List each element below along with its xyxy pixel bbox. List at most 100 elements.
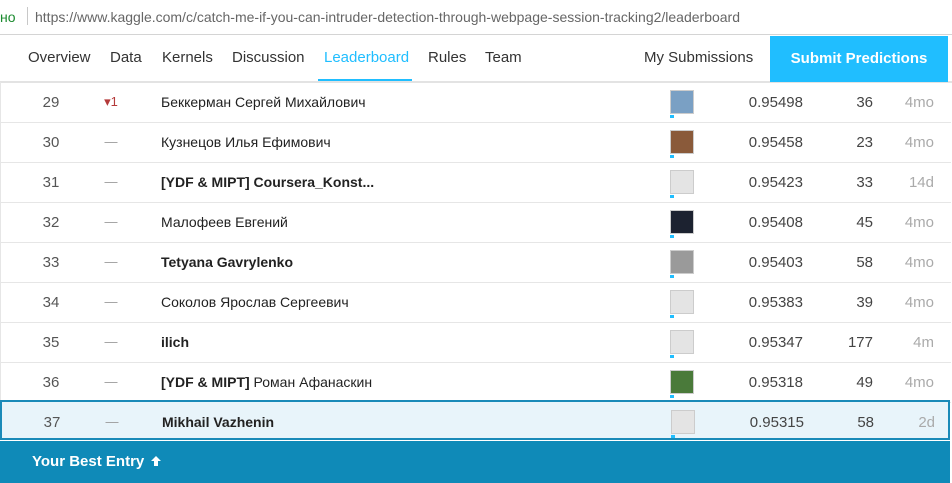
rank-change: — bbox=[104, 294, 118, 309]
arrow-up-icon bbox=[151, 456, 162, 466]
tab-kernels[interactable]: Kernels bbox=[162, 49, 213, 66]
your-best-entry-bar[interactable]: Your Best Entry bbox=[0, 441, 950, 483]
avatar[interactable] bbox=[670, 250, 694, 274]
avatar[interactable] bbox=[670, 210, 694, 234]
address-divider bbox=[27, 7, 28, 25]
last-submission: 4mo bbox=[904, 254, 934, 271]
submit-predictions-button[interactable]: Submit Predictions bbox=[770, 36, 948, 82]
score: 0.95458 bbox=[748, 134, 803, 151]
score: 0.95315 bbox=[749, 414, 804, 431]
rank: 35 bbox=[42, 334, 60, 351]
rank-change: — bbox=[104, 334, 118, 349]
avatar-tier-dot bbox=[670, 275, 674, 278]
avatar-tier-dot bbox=[671, 435, 675, 438]
last-submission: 4mo bbox=[904, 294, 934, 311]
table-row[interactable]: 31 — [YDF & MIPT] Coursera_Konst... 0.95… bbox=[0, 162, 951, 203]
entries-count: 33 bbox=[856, 174, 873, 191]
avatar-tier-dot bbox=[670, 115, 674, 118]
score: 0.95423 bbox=[748, 174, 803, 191]
team-name[interactable]: [YDF & MIPT] Роман Афанаскин bbox=[161, 374, 372, 390]
avatar[interactable] bbox=[670, 130, 694, 154]
last-submission: 14d bbox=[908, 174, 934, 191]
table-row[interactable]: 33 — Tetyana Gavrylenko 0.95403 58 4mo bbox=[0, 242, 951, 283]
team-name[interactable]: Tetyana Gavrylenko bbox=[161, 254, 293, 270]
best-entry-text: Your Best Entry bbox=[32, 453, 145, 470]
table-row[interactable]: 30 — Кузнецов Илья Ефимович 0.95458 23 4… bbox=[0, 122, 951, 163]
score: 0.95408 bbox=[748, 214, 803, 231]
table-row[interactable]: 36 — [YDF & MIPT] Роман Афанаскин 0.9531… bbox=[0, 362, 951, 403]
avatar[interactable] bbox=[670, 330, 694, 354]
tab-team[interactable]: Team bbox=[485, 49, 522, 66]
entries-count: 45 bbox=[856, 214, 873, 231]
tab-discussion[interactable]: Discussion bbox=[232, 49, 305, 66]
rank-change: — bbox=[104, 174, 118, 189]
rank-change: — bbox=[104, 254, 118, 269]
rank-change: — bbox=[105, 414, 119, 429]
rank: 32 bbox=[42, 214, 60, 231]
table-row[interactable]: 29 ▾1 Беккерман Сергей Михайлович 0.9549… bbox=[0, 82, 951, 123]
avatar-tier-dot bbox=[670, 195, 674, 198]
rank: 29 bbox=[42, 94, 60, 111]
team-name[interactable]: [YDF & MIPT] Coursera_Konst... bbox=[161, 174, 374, 190]
active-tab-indicator bbox=[318, 79, 412, 81]
score: 0.95383 bbox=[748, 294, 803, 311]
rank: 33 bbox=[42, 254, 60, 271]
tab-overview[interactable]: Overview bbox=[28, 49, 91, 66]
rank-change: ▾1 bbox=[104, 94, 118, 109]
secure-label: но bbox=[0, 9, 16, 25]
rank: 34 bbox=[42, 294, 60, 311]
score: 0.95347 bbox=[748, 334, 803, 351]
rank-change: — bbox=[104, 214, 118, 229]
avatar-tier-dot bbox=[670, 235, 674, 238]
entries-count: 39 bbox=[856, 294, 873, 311]
url-text[interactable]: https://www.kaggle.com/c/catch-me-if-you… bbox=[35, 9, 740, 25]
avatar[interactable] bbox=[671, 410, 695, 434]
table-row[interactable]: 37 — Mikhail Vazhenin 0.95315 58 2d bbox=[0, 400, 950, 440]
team-name[interactable]: Беккерман Сергей Михайлович bbox=[161, 94, 366, 110]
tab-leaderboard[interactable]: Leaderboard bbox=[324, 49, 409, 66]
browser-address-bar[interactable]: но https://www.kaggle.com/c/catch-me-if-… bbox=[0, 0, 952, 35]
best-entry-label: Your Best Entry bbox=[32, 441, 162, 483]
team-name-prefix: [YDF & MIPT] bbox=[161, 374, 250, 390]
score: 0.95498 bbox=[748, 94, 803, 111]
tab-data[interactable]: Data bbox=[110, 49, 142, 66]
last-submission: 4mo bbox=[904, 134, 934, 151]
avatar-tier-dot bbox=[670, 315, 674, 318]
rank: 36 bbox=[42, 374, 60, 391]
last-submission: 2d bbox=[918, 414, 935, 431]
rank-change: — bbox=[104, 134, 118, 149]
tab-rules[interactable]: Rules bbox=[428, 49, 466, 66]
entries-count: 49 bbox=[856, 374, 873, 391]
last-submission: 4mo bbox=[904, 374, 934, 391]
team-name[interactable]: ilich bbox=[161, 334, 189, 350]
team-name[interactable]: Mikhail Vazhenin bbox=[162, 414, 274, 430]
last-submission: 4mo bbox=[904, 214, 934, 231]
entries-count: 58 bbox=[857, 414, 874, 431]
avatar[interactable] bbox=[670, 90, 694, 114]
my-submissions-link[interactable]: My Submissions bbox=[644, 49, 753, 66]
last-submission: 4mo bbox=[904, 94, 934, 111]
avatar[interactable] bbox=[670, 370, 694, 394]
table-row[interactable]: 34 — Соколов Ярослав Сергеевич 0.95383 3… bbox=[0, 282, 951, 323]
score: 0.95403 bbox=[748, 254, 803, 271]
avatar[interactable] bbox=[670, 290, 694, 314]
entries-count: 23 bbox=[856, 134, 873, 151]
table-row[interactable]: 35 — ilich 0.95347 177 4m bbox=[0, 322, 951, 363]
entries-count: 58 bbox=[856, 254, 873, 271]
team-name[interactable]: Соколов Ярослав Сергеевич bbox=[161, 294, 349, 310]
avatar[interactable] bbox=[670, 170, 694, 194]
rank: 37 bbox=[43, 414, 61, 431]
team-name-suffix: Роман Афанаскин bbox=[249, 374, 373, 390]
rank: 30 bbox=[42, 134, 60, 151]
avatar-tier-dot bbox=[670, 155, 674, 158]
team-name[interactable]: Малофеев Евгений bbox=[161, 214, 288, 230]
avatar-tier-dot bbox=[670, 355, 674, 358]
team-name[interactable]: Кузнецов Илья Ефимович bbox=[161, 134, 331, 150]
last-submission: 4m bbox=[913, 334, 934, 351]
entries-count: 177 bbox=[847, 334, 873, 351]
rank: 31 bbox=[42, 174, 60, 191]
score: 0.95318 bbox=[748, 374, 803, 391]
table-row[interactable]: 32 — Малофеев Евгений 0.95408 45 4mo bbox=[0, 202, 951, 243]
rank-change: — bbox=[104, 374, 118, 389]
entries-count: 36 bbox=[856, 94, 873, 111]
